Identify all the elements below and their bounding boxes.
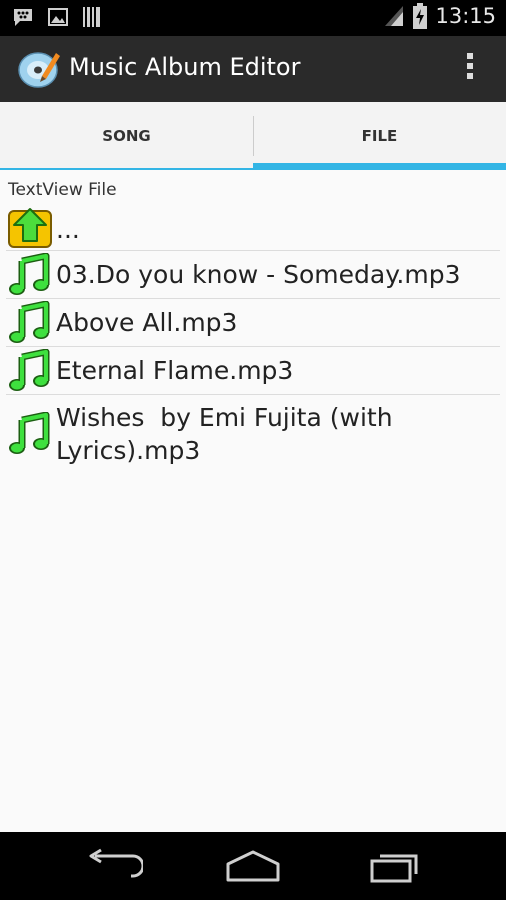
battery-charging-icon bbox=[413, 3, 428, 29]
file-name: 03.Do you know - Someday.mp3 bbox=[56, 260, 461, 289]
back-icon[interactable] bbox=[83, 848, 143, 884]
tab-file[interactable]: FILE bbox=[253, 102, 506, 170]
clock: 13:15 bbox=[435, 4, 496, 28]
list-item[interactable]: Wishes by Emi Fujita (with Lyrics).mp3 bbox=[6, 395, 500, 473]
action-bar: Music Album Editor bbox=[0, 36, 506, 103]
disc-pencil-icon[interactable] bbox=[18, 49, 60, 89]
file-name: Wishes by Emi Fujita (with Lyrics).mp3 bbox=[56, 403, 393, 465]
tab-song[interactable]: SONG bbox=[0, 102, 253, 170]
signal-icon bbox=[385, 6, 404, 26]
file-name: Above All.mp3 bbox=[56, 308, 238, 337]
file-list: ... 03.Do you know - Someday.mp3 Above A… bbox=[0, 204, 506, 473]
up-folder-icon bbox=[8, 208, 52, 248]
status-bar: 13:15 bbox=[0, 0, 506, 36]
file-browser: TextView File ... 03.Do you know - Somed… bbox=[0, 170, 506, 832]
list-item[interactable]: 03.Do you know - Someday.mp3 bbox=[6, 251, 500, 299]
list-item[interactable]: Above All.mp3 bbox=[6, 299, 500, 347]
list-item[interactable]: Eternal Flame.mp3 bbox=[6, 347, 500, 395]
system-status: 13:15 bbox=[383, 3, 496, 29]
notification-icons bbox=[12, 6, 102, 28]
picture-notification-icon bbox=[48, 8, 68, 26]
music-note-icon bbox=[9, 300, 50, 343]
bbm-notification-icon bbox=[14, 9, 32, 26]
music-note-icon bbox=[9, 252, 50, 295]
overflow-menu-icon[interactable] bbox=[464, 53, 476, 85]
list-item-parent-folder[interactable]: ... bbox=[6, 204, 500, 251]
home-icon[interactable] bbox=[223, 848, 283, 884]
textview-label: TextView File bbox=[8, 180, 117, 200]
file-name: Eternal Flame.mp3 bbox=[56, 356, 294, 385]
navigation-bar bbox=[0, 832, 506, 900]
screen: 13:15 Music Album Editor SONG FILE TextV… bbox=[0, 0, 506, 900]
tab-divider bbox=[253, 116, 254, 156]
recent-apps-icon[interactable] bbox=[366, 848, 426, 884]
music-note-icon bbox=[9, 412, 50, 454]
barcode-notification-icon bbox=[83, 7, 100, 27]
music-note-icon bbox=[9, 348, 50, 391]
file-name: ... bbox=[56, 215, 80, 244]
app-title: Music Album Editor bbox=[69, 53, 301, 81]
